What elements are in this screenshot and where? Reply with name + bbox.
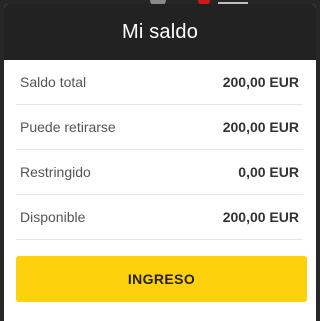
balance-row-available: Disponible 200,00 EUR (16, 195, 303, 240)
balance-value: 200,00 EUR (222, 209, 299, 225)
balance-label: Saldo total (20, 74, 87, 90)
deposit-container: INGRESO (4, 240, 316, 302)
balance-list: Saldo total 200,00 EUR Puede retirarse 2… (4, 60, 316, 240)
balance-modal: Mi saldo Saldo total 200,00 EUR Puede re… (4, 4, 316, 321)
balance-value: 0,00 EUR (238, 164, 299, 180)
balance-row-restricted: Restringido 0,00 EUR (16, 150, 303, 195)
balance-row-withdrawable: Puede retirarse 200,00 EUR (16, 105, 303, 150)
modal-title: Mi saldo (121, 20, 199, 43)
balance-row-total: Saldo total 200,00 EUR (16, 60, 303, 105)
balance-label: Restringido (20, 164, 91, 180)
balance-value: 200,00 EUR (222, 119, 299, 135)
balance-label: Puede retirarse (20, 119, 116, 135)
balance-value: 200,00 EUR (222, 74, 299, 90)
deposit-button[interactable]: INGRESO (16, 256, 307, 302)
modal-header: Mi saldo (4, 4, 316, 60)
balance-label: Disponible (20, 209, 86, 225)
